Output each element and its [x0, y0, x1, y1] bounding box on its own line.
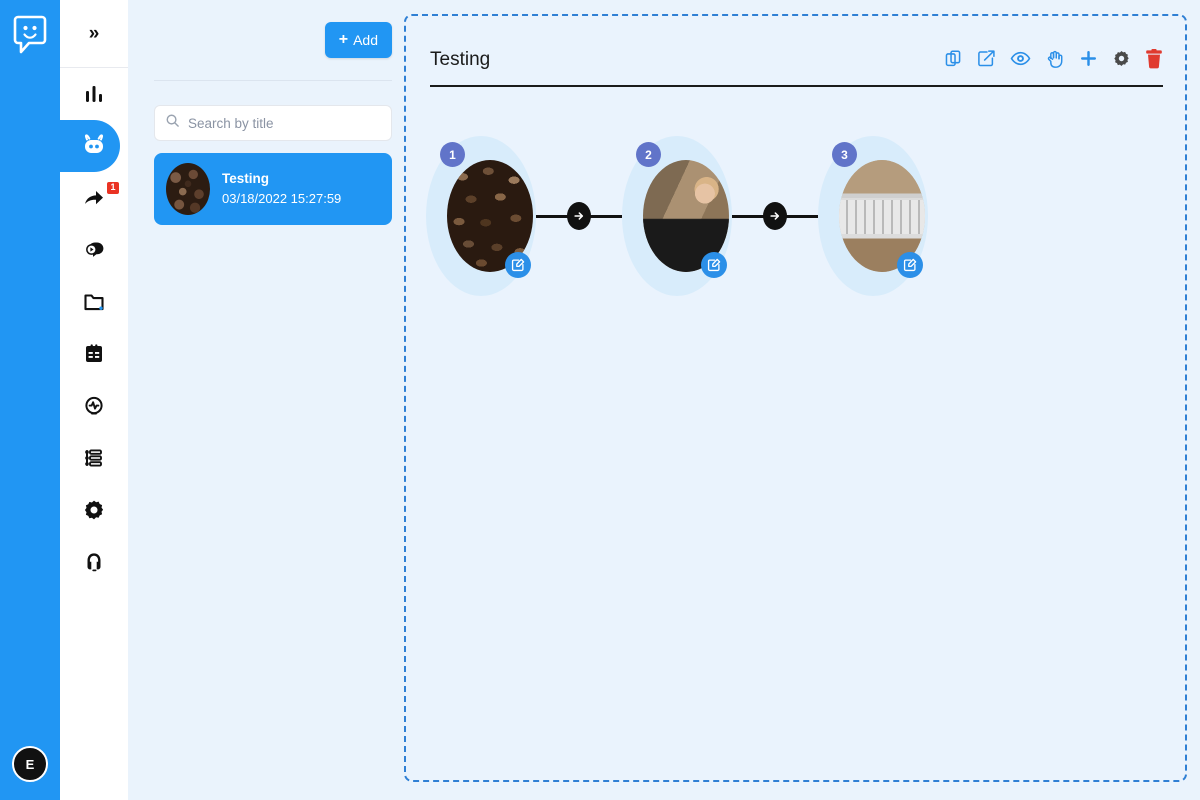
- flow-canvas[interactable]: Testing 1 2 3: [404, 14, 1187, 782]
- add-button[interactable]: + Add: [324, 22, 392, 58]
- badge-count: 1: [107, 182, 119, 194]
- pan-button[interactable]: [1045, 49, 1065, 69]
- list-item-title: Testing: [222, 171, 269, 187]
- flow-node[interactable]: 3: [818, 136, 928, 296]
- search-icon: [165, 113, 180, 133]
- search-input[interactable]: [188, 115, 381, 131]
- node-edit-button[interactable]: [897, 252, 923, 278]
- item-list: Testing 03/18/2022 15:27:59: [154, 153, 392, 225]
- arrow-right-icon[interactable]: [763, 202, 787, 230]
- preview-button[interactable]: [1010, 48, 1031, 69]
- settings-button[interactable]: [1112, 49, 1131, 68]
- panel-divider: [154, 80, 392, 81]
- user-avatar[interactable]: E: [12, 746, 48, 782]
- form-list-icon: [82, 342, 106, 366]
- brand-rail: E: [0, 0, 60, 800]
- chevron-double-right-icon: »: [88, 23, 100, 44]
- flow-connector: [732, 201, 818, 231]
- sidebar-item-messages[interactable]: [60, 224, 128, 276]
- export-button[interactable]: [977, 49, 996, 68]
- avatar-initial: E: [25, 756, 35, 772]
- folder-icon: [82, 290, 106, 314]
- chat-play-icon: [82, 238, 106, 262]
- node-number-badge[interactable]: 1: [440, 142, 465, 167]
- chat-smiley-logo[interactable]: [12, 14, 48, 56]
- sidebar-collapse-button[interactable]: »: [60, 0, 128, 68]
- flow-node[interactable]: 1: [426, 136, 536, 296]
- bar-chart-icon: [82, 82, 106, 106]
- add-button-label: Add: [353, 32, 378, 48]
- share-arrow-icon: [82, 186, 106, 210]
- pulse-circle-icon: [82, 394, 106, 418]
- sidebar-item-support[interactable]: [60, 536, 128, 588]
- headset-icon: [82, 550, 106, 574]
- flow-node[interactable]: 2: [622, 136, 732, 296]
- icon-sidebar: » 1: [52, 0, 128, 800]
- sidebar-item-files[interactable]: [60, 276, 128, 328]
- sidebar-item-bot[interactable]: [52, 120, 128, 172]
- list-item-text: Testing 03/18/2022 15:27:59: [222, 169, 341, 209]
- list-panel: + Add Testing 03/18/2022 15:27:59: [128, 0, 400, 800]
- list-item-timestamp: 03/18/2022 15:27:59: [222, 191, 342, 207]
- app-root: E » 1 + Add Search by title Testing 03/1…: [0, 0, 1200, 800]
- sidebar-item-broadcast[interactable]: 1: [60, 172, 128, 224]
- canvas-header: Testing: [430, 48, 1163, 87]
- duplicate-button[interactable]: [944, 49, 963, 68]
- checklist-icon: [82, 446, 106, 470]
- robot-icon: [81, 133, 107, 159]
- node-number-badge[interactable]: 3: [832, 142, 857, 167]
- flow-connector: [536, 201, 622, 231]
- sidebar-nav: 1: [52, 68, 128, 588]
- flow-graph: 1 2 3: [426, 136, 928, 296]
- sidebar-item-analytics[interactable]: [60, 68, 128, 120]
- node-edit-button[interactable]: [701, 252, 727, 278]
- sidebar-item-settings[interactable]: [60, 484, 128, 536]
- add-row: + Add: [324, 22, 392, 58]
- plus-icon: +: [338, 31, 349, 48]
- canvas-toolbar: [944, 48, 1163, 71]
- node-number-badge[interactable]: 2: [636, 142, 661, 167]
- sidebar-item-forms[interactable]: [60, 328, 128, 380]
- sidebar-item-tasks[interactable]: [60, 432, 128, 484]
- node-edit-button[interactable]: [505, 252, 531, 278]
- search-field[interactable]: [154, 105, 392, 141]
- list-item[interactable]: Testing 03/18/2022 15:27:59: [154, 153, 392, 225]
- sidebar-item-activity[interactable]: [60, 380, 128, 432]
- page-title: Testing: [430, 49, 491, 70]
- list-item-thumbnail: [166, 163, 210, 215]
- arrow-right-icon[interactable]: [567, 202, 591, 230]
- gear-icon: [82, 498, 106, 522]
- add-node-button[interactable]: [1079, 49, 1098, 68]
- delete-button[interactable]: [1145, 48, 1163, 69]
